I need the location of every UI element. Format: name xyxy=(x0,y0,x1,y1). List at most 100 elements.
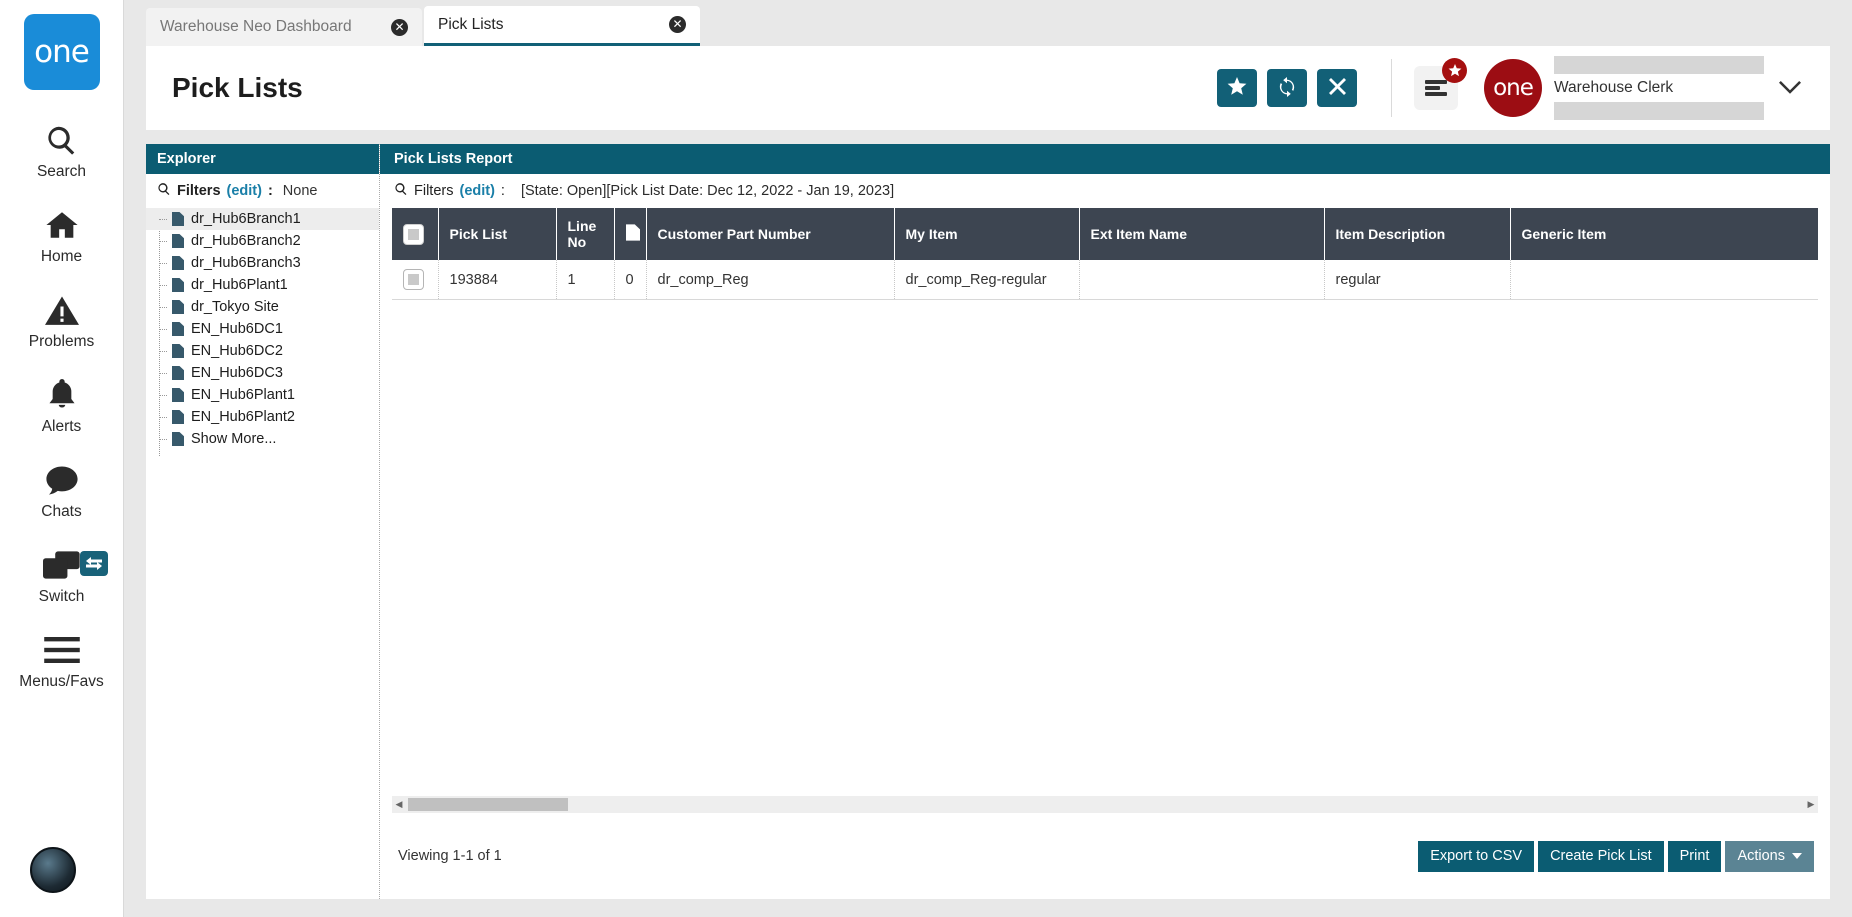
scroll-left-arrow[interactable]: ◀ xyxy=(392,800,406,810)
tree-item-label: EN_Hub6DC2 xyxy=(191,343,283,359)
tree-item-show-more[interactable]: Show More... xyxy=(146,428,379,450)
tree-item-label: Show More... xyxy=(191,431,277,447)
document-icon xyxy=(625,224,640,244)
tree-item-label: dr_Hub6Branch3 xyxy=(191,255,301,271)
switch-toggle-badge[interactable] xyxy=(79,551,108,576)
star-icon xyxy=(1448,64,1461,77)
scrollbar-thumb[interactable] xyxy=(408,798,568,811)
chat-icon xyxy=(45,460,79,500)
explorer-tree: dr_Hub6Branch1 dr_Hub6Branch2 dr_Hub6Bra… xyxy=(146,208,379,456)
print-button[interactable]: Print xyxy=(1667,840,1722,872)
tree-item[interactable]: EN_Hub6DC1 xyxy=(146,318,379,340)
create-pick-list-button[interactable]: Create Pick List xyxy=(1538,840,1664,872)
sidebar-item-switch[interactable]: Switch xyxy=(0,545,124,606)
export-to-csv-button[interactable]: Export to CSV xyxy=(1418,840,1535,872)
tree-item-label: EN_Hub6DC3 xyxy=(191,365,283,381)
document-icon xyxy=(172,366,185,380)
sidebar-item-chats[interactable]: Chats xyxy=(0,460,124,521)
favorites-badge xyxy=(1442,58,1467,83)
column-header-attachments[interactable] xyxy=(614,208,647,260)
tree-item[interactable]: EN_Hub6DC2 xyxy=(146,340,379,362)
brand-logo-text: one xyxy=(34,34,90,70)
tree-item-label: EN_Hub6Plant1 xyxy=(191,387,295,403)
document-icon xyxy=(172,432,185,446)
tree-item[interactable]: dr_Hub6Plant1 xyxy=(146,274,379,296)
select-all-checkbox[interactable] xyxy=(403,223,424,245)
search-icon xyxy=(45,120,78,160)
explorer-filters-value: None xyxy=(282,183,318,199)
brand-logo[interactable]: one xyxy=(23,14,100,90)
explorer-filters-colon: : xyxy=(267,183,273,199)
cell-item-description: regular xyxy=(1324,260,1511,300)
tree-item[interactable]: dr_Tokyo Site xyxy=(146,296,379,318)
table-row[interactable]: 193884 1 0 dr_comp_Reg dr_comp_Reg-regul… xyxy=(392,260,1818,300)
column-header-item-description[interactable]: Item Description xyxy=(1324,208,1511,260)
document-icon xyxy=(172,410,185,424)
column-header-generic-item[interactable]: Generic Item xyxy=(1510,208,1818,260)
cell-my-item: dr_comp_Reg-regular xyxy=(894,260,1080,300)
report-filters-line: Filters (edit) : [State: Open][Pick List… xyxy=(380,174,1830,208)
document-icon xyxy=(172,300,185,314)
cell-line-no: 1 xyxy=(556,260,615,300)
sidebar-item-menus-favs[interactable]: Menus/Favs xyxy=(0,630,124,691)
org-avatar[interactable]: one xyxy=(1484,59,1542,117)
sidebar-item-home[interactable]: Home xyxy=(0,205,124,266)
user-avatar-rail[interactable] xyxy=(30,847,76,893)
sidebar-item-problems[interactable]: Problems xyxy=(0,290,124,351)
tree-item[interactable]: dr_Hub6Branch1 xyxy=(146,208,379,230)
warning-icon xyxy=(44,290,79,330)
pick-lists-table: Pick List Line No Customer Part Number M… xyxy=(392,208,1818,300)
tree-item[interactable]: EN_Hub6DC3 xyxy=(146,362,379,384)
cell-ext-item-name xyxy=(1079,260,1325,300)
main-area: Warehouse Neo Dashboard ✕ Pick Lists ✕ P… xyxy=(124,0,1852,917)
star-icon xyxy=(1227,77,1247,99)
favorite-button[interactable] xyxy=(1217,69,1257,107)
refresh-button[interactable] xyxy=(1267,69,1307,107)
document-icon xyxy=(172,322,185,336)
row-checkbox[interactable] xyxy=(403,269,424,290)
close-button[interactable] xyxy=(1317,69,1357,107)
cell-doc-count[interactable]: 0 xyxy=(614,260,647,300)
menus-favs-button[interactable] xyxy=(1414,58,1467,110)
table-header-row: Pick List Line No Customer Part Number M… xyxy=(392,208,1818,260)
sidebar-label-switch: Switch xyxy=(38,588,85,605)
scroll-right-arrow[interactable]: ▶ xyxy=(1804,800,1818,810)
close-icon[interactable]: ✕ xyxy=(669,16,686,33)
viewing-count-label: Viewing 1-1 of 1 xyxy=(398,848,502,864)
user-menu-button[interactable] xyxy=(1768,58,1812,118)
explorer-filters-edit-link[interactable]: (edit) xyxy=(227,183,262,199)
content-row: Explorer Filters (edit) : None dr_Hub6Br… xyxy=(146,144,1830,899)
hamburger-bar xyxy=(1425,92,1447,96)
actions-dropdown-button[interactable]: Actions xyxy=(1725,840,1814,872)
tab-warehouse-neo-dashboard[interactable]: Warehouse Neo Dashboard ✕ xyxy=(146,8,422,46)
horizontal-scrollbar[interactable]: ◀ ▶ xyxy=(392,796,1818,813)
tab-title: Pick Lists xyxy=(438,15,504,33)
sidebar-item-search[interactable]: Search xyxy=(0,120,124,181)
tree-item-label: dr_Hub6Plant1 xyxy=(191,277,288,293)
tree-item[interactable]: dr_Hub6Branch2 xyxy=(146,230,379,252)
explorer-title: Explorer xyxy=(146,144,379,174)
sidebar-item-alerts[interactable]: Alerts xyxy=(0,375,124,436)
close-icon[interactable]: ✕ xyxy=(391,18,408,36)
left-nav-rail: one Search Home Problems Alerts Chats Sw… xyxy=(0,0,124,917)
hamburger-bar xyxy=(1425,80,1447,84)
tree-item[interactable]: EN_Hub6Plant2 xyxy=(146,406,379,428)
column-header-ext-item-name[interactable]: Ext Item Name xyxy=(1079,208,1325,260)
bottom-spacer xyxy=(124,899,1852,917)
report-filters-edit-link[interactable]: (edit) xyxy=(459,183,494,199)
org-avatar-text: one xyxy=(1493,75,1534,101)
grid-scroll-area: Pick List Line No Customer Part Number M… xyxy=(380,208,1830,796)
cell-customer-part-number[interactable]: dr_comp_Reg xyxy=(646,260,895,300)
tree-item[interactable]: dr_Hub6Branch3 xyxy=(146,252,379,274)
tab-pick-lists[interactable]: Pick Lists ✕ xyxy=(424,6,700,46)
row-select-cell xyxy=(392,260,439,300)
column-header-my-item[interactable]: My Item xyxy=(894,208,1080,260)
document-icon xyxy=(172,256,185,270)
cell-pick-list[interactable]: 193884 xyxy=(438,260,557,300)
column-header-pick-list[interactable]: Pick List xyxy=(438,208,557,260)
tree-item-label: EN_Hub6DC1 xyxy=(191,321,283,337)
column-header-customer-part-number[interactable]: Customer Part Number xyxy=(646,208,895,260)
tree-item[interactable]: EN_Hub6Plant1 xyxy=(146,384,379,406)
column-header-line-no[interactable]: Line No xyxy=(556,208,615,260)
document-icon xyxy=(172,344,185,358)
